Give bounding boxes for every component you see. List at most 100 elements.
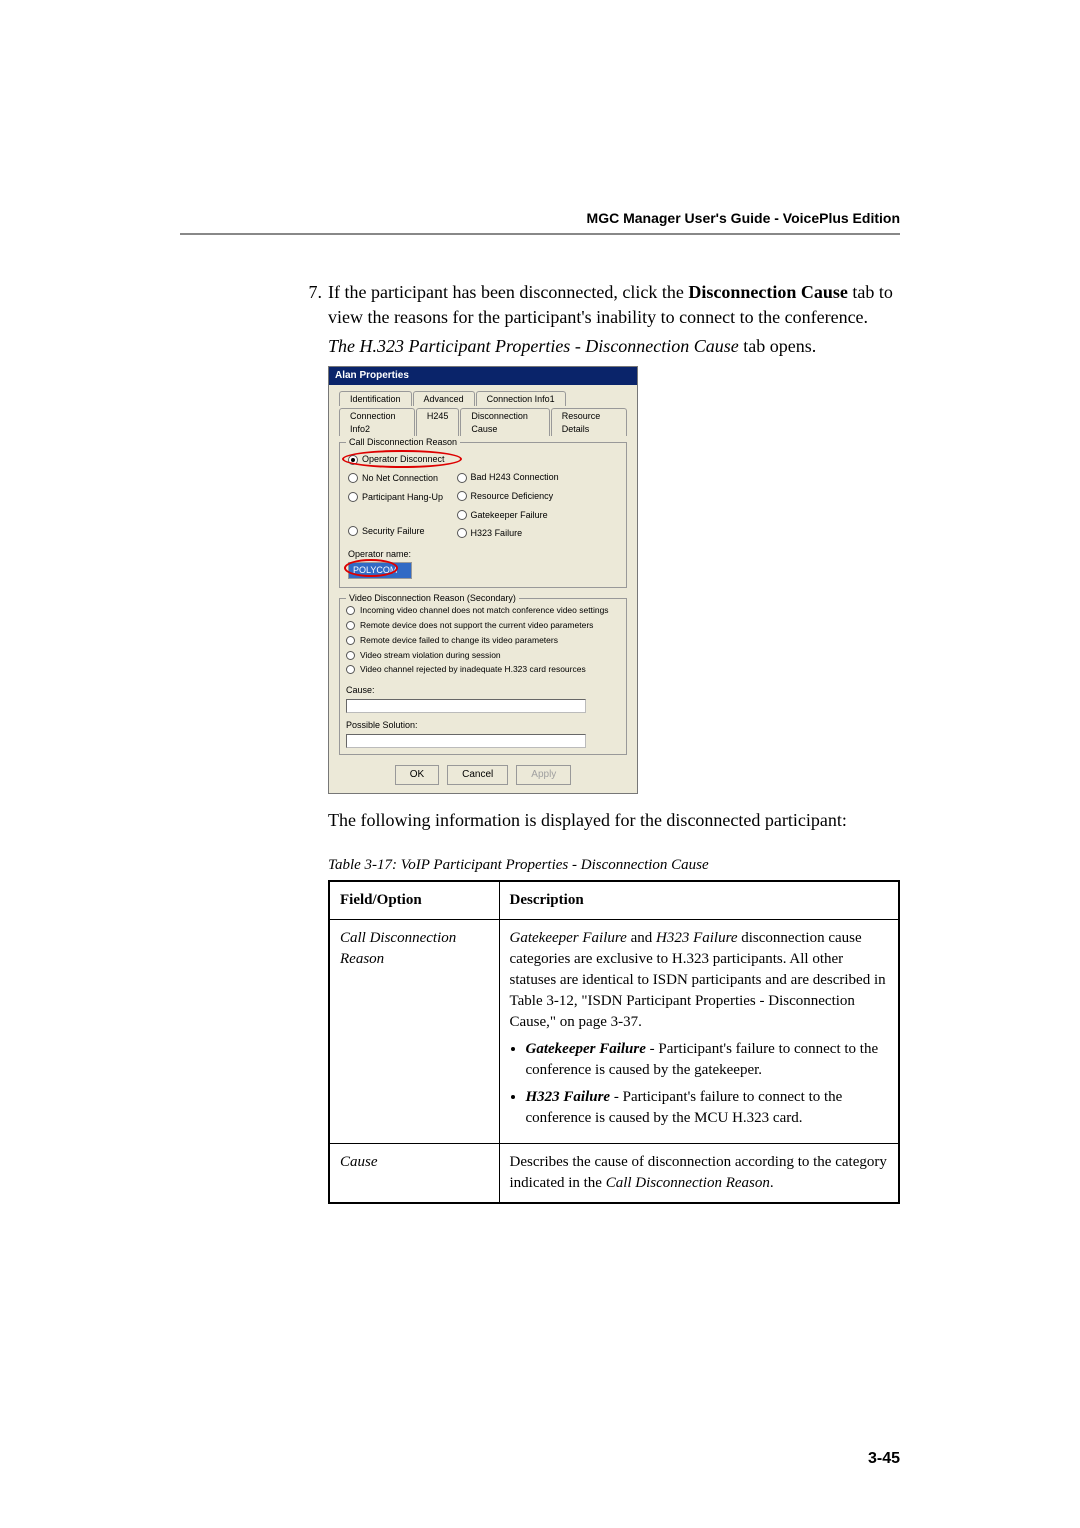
dialog-title: Alan Properties [329, 367, 637, 385]
operator-name-input[interactable]: POLYCOM [348, 562, 412, 579]
spacer [348, 509, 445, 519]
sec-label: Remote device failed to change its video… [360, 635, 558, 647]
possible-solution-label: Possible Solution: [346, 719, 620, 732]
dialog-body: Identification Advanced Connection Info1… [329, 385, 637, 793]
radio-dot-icon [348, 455, 358, 465]
radio-dot-icon [348, 492, 358, 502]
th-field: Field/Option [329, 881, 499, 920]
desc-ital-1: Gatekeeper Failure [510, 930, 627, 946]
body-text: The following information is displayed f… [328, 808, 900, 833]
cap-ital: H.323 Participant Properties - Disconnec… [360, 336, 739, 356]
tab-conn-info2[interactable]: Connection Info2 [339, 408, 415, 436]
table-row: Call Disconnection Reason Gatekeeper Fai… [329, 919, 899, 1143]
page-header: MGC Manager User's Guide - VoicePlus Edi… [587, 210, 900, 226]
radio-resource-deficiency[interactable]: Resource Deficiency [457, 490, 559, 503]
radio-dot-icon [348, 473, 358, 483]
sec-radio-4[interactable]: Video stream violation during session [346, 650, 620, 662]
desc-ital-2: H323 Failure [656, 930, 738, 946]
apply-button[interactable]: Apply [516, 765, 571, 785]
possible-solution-input[interactable] [346, 734, 586, 748]
step-text: If the participant has been disconnected… [328, 280, 900, 1204]
radio-grid: Operator Disconnect No Net Connection Pa… [348, 453, 618, 539]
radio-dot-icon [457, 510, 467, 520]
radio-label: Operator Disconnect [362, 453, 445, 466]
tab-advanced[interactable]: Advanced [413, 391, 475, 407]
table-caption: Table 3-17: VoIP Participant Properties … [328, 855, 900, 876]
cdr-legend: Call Disconnection Reason [346, 436, 460, 449]
radio-dot-icon [457, 491, 467, 501]
cause-label: Cause: [346, 684, 620, 697]
radio-label: Participant Hang-Up [362, 491, 443, 504]
step-caption: The H.323 Participant Properties - Disco… [328, 334, 900, 359]
radio-label: Bad H243 Connection [471, 471, 559, 484]
tab-conn-info1[interactable]: Connection Info1 [476, 391, 566, 407]
sec-radio-5[interactable]: Video channel rejected by inadequate H.3… [346, 664, 620, 676]
td-field: Cause [329, 1143, 499, 1203]
td-field: Call Disconnection Reason [329, 919, 499, 1143]
radio-col-right: Bad H243 Connection Resource Deficiency … [457, 471, 559, 539]
tab-identification[interactable]: Identification [339, 391, 412, 407]
operator-name-label: Operator name: [348, 548, 618, 561]
tab-resource-details[interactable]: Resource Details [551, 408, 627, 436]
radio-label: H323 Failure [471, 527, 523, 540]
radio-participant-hangup[interactable]: Participant Hang-Up [348, 491, 445, 504]
radio-dot-icon [346, 636, 355, 645]
td-desc: Gatekeeper Failure and H323 Failure disc… [499, 919, 899, 1143]
cause-area: Cause: Possible Solution: [346, 684, 620, 747]
tabs-row-1: Identification Advanced Connection Info1 [339, 391, 627, 407]
sec-label: Remote device does not support the curre… [360, 620, 593, 632]
bullet-lead: H323 Failure [526, 1089, 611, 1105]
radio-dot-icon [348, 526, 358, 536]
radio-dot-icon [346, 651, 355, 660]
desc-and: and [627, 930, 656, 946]
sec-label: Incoming video channel does not match co… [360, 605, 609, 617]
list-item: Gatekeeper Failure - Participant's failu… [526, 1039, 889, 1081]
th-desc: Description [499, 881, 899, 920]
radio-operator-disconnect[interactable]: Operator Disconnect [348, 453, 445, 466]
secondary-legend: Video Disconnection Reason (Secondary) [346, 592, 519, 605]
list-item: H323 Failure - Participant's failure to … [526, 1087, 889, 1129]
header-rule [180, 233, 900, 235]
radio-bad-h243[interactable]: Bad H243 Connection [457, 471, 559, 484]
sec-radio-3[interactable]: Remote device failed to change its video… [346, 635, 620, 647]
step-bold: Disconnection Cause [688, 282, 848, 302]
operator-name-field-wrap: POLYCOM [348, 562, 412, 579]
radio-dot-icon [346, 606, 355, 615]
radio-dot-icon [346, 621, 355, 630]
radio-security-failure[interactable]: Security Failure [348, 525, 445, 538]
ok-button[interactable]: OK [395, 765, 439, 785]
tabs-row-2: Connection Info2 H245 Disconnection Caus… [339, 408, 627, 436]
dialog-buttons: OK Cancel Apply [339, 765, 627, 785]
sec-radio-1[interactable]: Incoming video channel does not match co… [346, 605, 620, 617]
radio-dot-icon [457, 528, 467, 538]
sec-radio-2[interactable]: Remote device does not support the curre… [346, 620, 620, 632]
step-number: 7. [300, 280, 328, 1204]
td-desc: Describes the cause of disconnection acc… [499, 1143, 899, 1203]
radio-label: No Net Connection [362, 472, 438, 485]
bullet-lead: Gatekeeper Failure [526, 1041, 646, 1057]
desc-bullets: Gatekeeper Failure - Participant's failu… [510, 1039, 889, 1129]
video-disconnection-secondary-group: Video Disconnection Reason (Secondary) I… [339, 598, 627, 755]
cause-input[interactable] [346, 699, 586, 713]
call-disconnection-reason-group: Call Disconnection Reason Operator Disco… [339, 442, 627, 588]
table-row: Cause Describes the cause of disconnecti… [329, 1143, 899, 1203]
cap-suf: tab opens. [739, 336, 816, 356]
disconnection-cause-table: Field/Option Description Call Disconnect… [328, 880, 900, 1204]
radio-h323-failure[interactable]: H323 Failure [457, 527, 559, 540]
radio-label: Gatekeeper Failure [471, 509, 548, 522]
radio-dot-icon [346, 665, 355, 674]
sec-label: Video channel rejected by inadequate H.3… [360, 664, 586, 676]
sec-label: Video stream violation during session [360, 650, 501, 662]
radio-no-net-connection[interactable]: No Net Connection [348, 472, 445, 485]
tab-h245[interactable]: H245 [416, 408, 460, 436]
step-7: 7. If the participant has been disconnec… [300, 280, 900, 1204]
step-prefix: If the participant has been disconnected… [328, 282, 688, 302]
desc-post: . [770, 1175, 774, 1191]
radio-gatekeeper-failure[interactable]: Gatekeeper Failure [457, 509, 559, 522]
radio-label: Security Failure [362, 525, 425, 538]
table-header-row: Field/Option Description [329, 881, 899, 920]
desc-ital: Call Disconnection Reason [606, 1175, 770, 1191]
cancel-button[interactable]: Cancel [447, 765, 508, 785]
radio-dot-icon [457, 473, 467, 483]
tab-disconnection-cause[interactable]: Disconnection Cause [460, 408, 549, 436]
